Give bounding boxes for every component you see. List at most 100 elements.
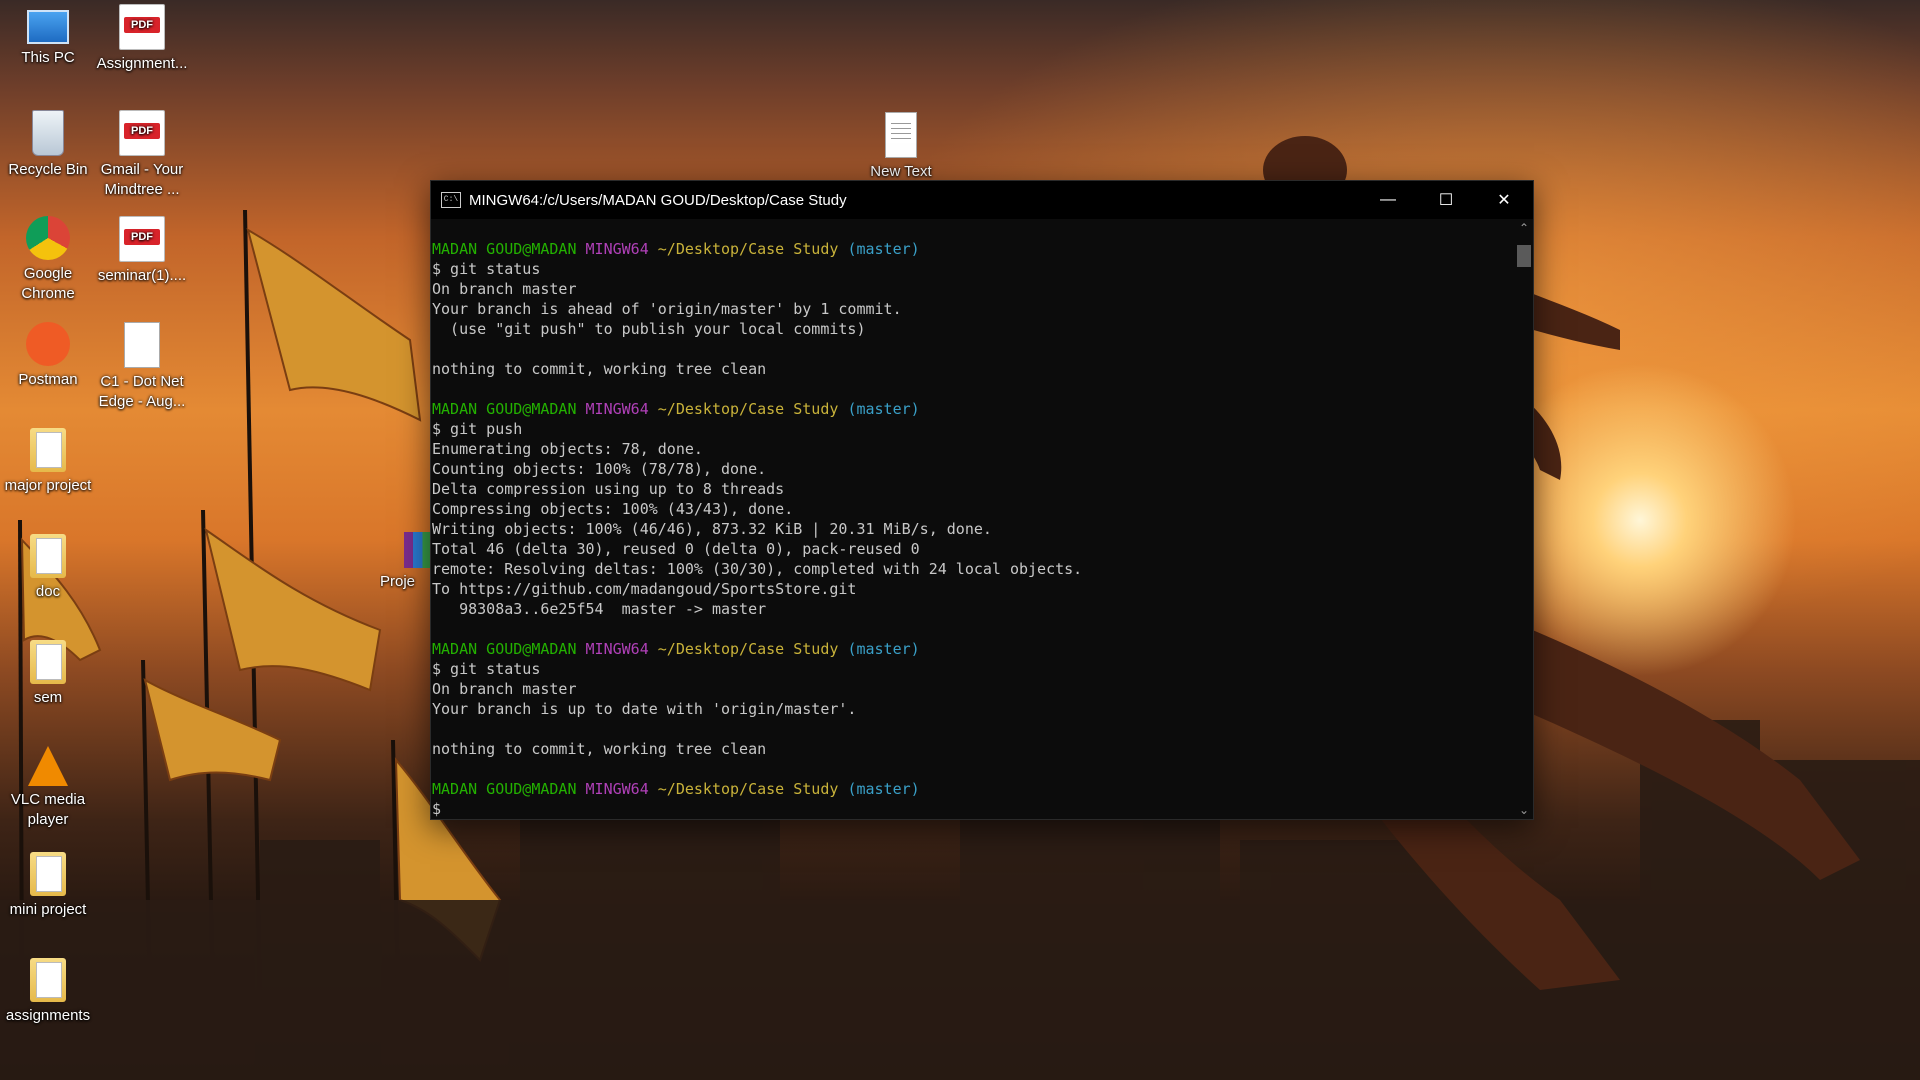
prompt-line: MADAN GOUD@MADAN MINGW64 ~/Desktop/Case …	[432, 779, 1515, 799]
folder-icon	[30, 640, 66, 684]
output-line: To https://github.com/madangoud/SportsSt…	[432, 580, 857, 598]
desktop-icon-new-text[interactable]: New Text	[853, 112, 949, 182]
postman-icon	[26, 322, 70, 366]
prompt-branch: (master)	[847, 240, 920, 258]
desktop-icon-assignments[interactable]: assignments	[0, 958, 96, 1026]
output-line: Compressing objects: 100% (43/43), done.	[432, 500, 794, 518]
terminal-app-icon: C:\	[441, 192, 461, 208]
window-title: MINGW64:/c/Users/MADAN GOUD/Desktop/Case…	[469, 191, 847, 209]
desktop-icon-doc[interactable]: doc	[0, 534, 96, 602]
desktop-icon-sem[interactable]: sem	[0, 640, 96, 708]
desktop-icon-label: New Text	[870, 163, 932, 180]
text-file-icon	[885, 112, 917, 158]
output-line: Delta compression using up to 8 threads	[432, 480, 785, 498]
prompt-path: ~/Desktop/Case Study	[657, 400, 839, 418]
terminal-output[interactable]: MADAN GOUD@MADAN MINGW64 ~/Desktop/Case …	[431, 219, 1515, 819]
desktop-icon-vlc-media-player[interactable]: VLC media player	[0, 746, 96, 830]
pdf-icon	[119, 110, 165, 156]
folder-icon	[30, 428, 66, 472]
desktop-icon-label: major project	[4, 477, 92, 494]
terminal-window[interactable]: C:\ MINGW64:/c/Users/MADAN GOUD/Desktop/…	[430, 180, 1534, 820]
output-line: Counting objects: 100% (78/78), done.	[432, 460, 767, 478]
prompt-user: MADAN GOUD@MADAN	[432, 780, 577, 798]
vlc-icon	[28, 746, 68, 786]
desktop-icon-label: Postman	[18, 371, 78, 388]
chrome-icon	[26, 216, 70, 260]
output-line: Total 46 (delta 30), reused 0 (delta 0),…	[432, 540, 920, 558]
desktop-icon-seminar-1[interactable]: seminar(1)....	[94, 216, 190, 286]
desktop-icon-label: Google Chrome	[21, 265, 75, 302]
output-line: On branch master	[432, 280, 577, 298]
desktop-icon-this-pc[interactable]: This PC	[0, 4, 96, 68]
prompt-branch: (master)	[847, 780, 920, 798]
desktop-icon-label: Assignment...	[96, 55, 188, 72]
output-line: remote: Resolving deltas: 100% (30/30), …	[432, 560, 1083, 578]
desktop-icon-postman[interactable]: Postman	[0, 322, 96, 390]
title-bar[interactable]: C:\ MINGW64:/c/Users/MADAN GOUD/Desktop/…	[431, 181, 1533, 219]
desktop-icon-project-partial[interactable]: Proje	[380, 532, 430, 592]
desktop-icon-label: C1 - Dot Net Edge - Aug...	[98, 373, 186, 410]
folder-icon	[30, 534, 66, 578]
desktop-icon-mini-project[interactable]: mini project	[0, 852, 96, 920]
output-line: $ git status	[432, 660, 541, 678]
desktop-icon-label: doc	[35, 583, 61, 600]
desktop-icon-label: Recycle Bin	[8, 161, 88, 178]
output-line: Writing objects: 100% (46/46), 873.32 Ki…	[432, 520, 992, 538]
output-line: nothing to commit, working tree clean	[432, 740, 767, 758]
output-line: On branch master	[432, 680, 577, 698]
scroll-down-icon[interactable]: ⌄	[1515, 801, 1533, 819]
winrar-icon	[404, 532, 430, 568]
output-line: $	[432, 800, 442, 818]
desktop-icon-recycle-bin[interactable]: Recycle Bin	[0, 110, 96, 180]
desktop-icon-label: VLC media player	[10, 791, 86, 828]
desktop-icon-label: sem	[33, 689, 63, 706]
scrollbar-thumb[interactable]	[1517, 245, 1531, 267]
desktop-icon-c1-dot-net-edge-aug[interactable]: C1 - Dot Net Edge - Aug...	[94, 322, 190, 412]
prompt-path: ~/Desktop/Case Study	[657, 640, 839, 658]
minimize-button[interactable]: —	[1359, 181, 1417, 219]
desktop-icon-label: Gmail - Your Mindtree ...	[100, 161, 184, 198]
prompt-path: ~/Desktop/Case Study	[657, 780, 839, 798]
desktop-icon-label: assignments	[5, 1007, 91, 1024]
prompt-branch: (master)	[847, 640, 920, 658]
desktop-icon-label: Proje	[380, 573, 416, 590]
folder-icon	[30, 852, 66, 896]
prompt-line: MADAN GOUD@MADAN MINGW64 ~/Desktop/Case …	[432, 239, 1515, 259]
prompt-env: MINGW64	[585, 400, 649, 418]
prompt-branch: (master)	[847, 400, 920, 418]
desktop-icon-major-project[interactable]: major project	[0, 428, 96, 496]
desktop-icon-label: mini project	[9, 901, 87, 918]
output-line: nothing to commit, working tree clean	[432, 360, 767, 378]
desktop-icon-google-chrome[interactable]: Google Chrome	[0, 216, 96, 304]
prompt-path: ~/Desktop/Case Study	[657, 240, 839, 258]
output-line: $ git push	[432, 420, 523, 438]
desktop-icon-assignment[interactable]: Assignment...	[94, 4, 190, 74]
prompt-env: MINGW64	[585, 640, 649, 658]
computer-icon	[27, 10, 69, 44]
output-line: Your branch is up to date with 'origin/m…	[432, 700, 857, 718]
desktop-icon-label: seminar(1)....	[97, 267, 187, 284]
prompt-line: MADAN GOUD@MADAN MINGW64 ~/Desktop/Case …	[432, 639, 1515, 659]
close-button[interactable]: ✕	[1475, 181, 1533, 219]
pdf-icon	[119, 4, 165, 50]
prompt-user: MADAN GOUD@MADAN	[432, 240, 577, 258]
output-line: Your branch is ahead of 'origin/master' …	[432, 300, 902, 318]
pdf-icon	[119, 216, 165, 262]
maximize-button[interactable]: ☐	[1417, 181, 1475, 219]
recycle-bin-icon	[32, 110, 64, 156]
scroll-up-icon[interactable]: ⌃	[1515, 219, 1533, 237]
prompt-user: MADAN GOUD@MADAN	[432, 400, 577, 418]
prompt-env: MINGW64	[585, 780, 649, 798]
output-line: (use "git push" to publish your local co…	[432, 320, 866, 338]
prompt-env: MINGW64	[585, 240, 649, 258]
output-line: 98308a3..6e25f54 master -> master	[432, 600, 767, 618]
output-line: $ git status	[432, 260, 541, 278]
desktop-icon-label: This PC	[21, 49, 75, 66]
scrollbar[interactable]: ⌃ ⌄	[1515, 219, 1533, 819]
desktop-icon-gmail-your-mindtree[interactable]: Gmail - Your Mindtree ...	[94, 110, 190, 200]
prompt-user: MADAN GOUD@MADAN	[432, 640, 577, 658]
